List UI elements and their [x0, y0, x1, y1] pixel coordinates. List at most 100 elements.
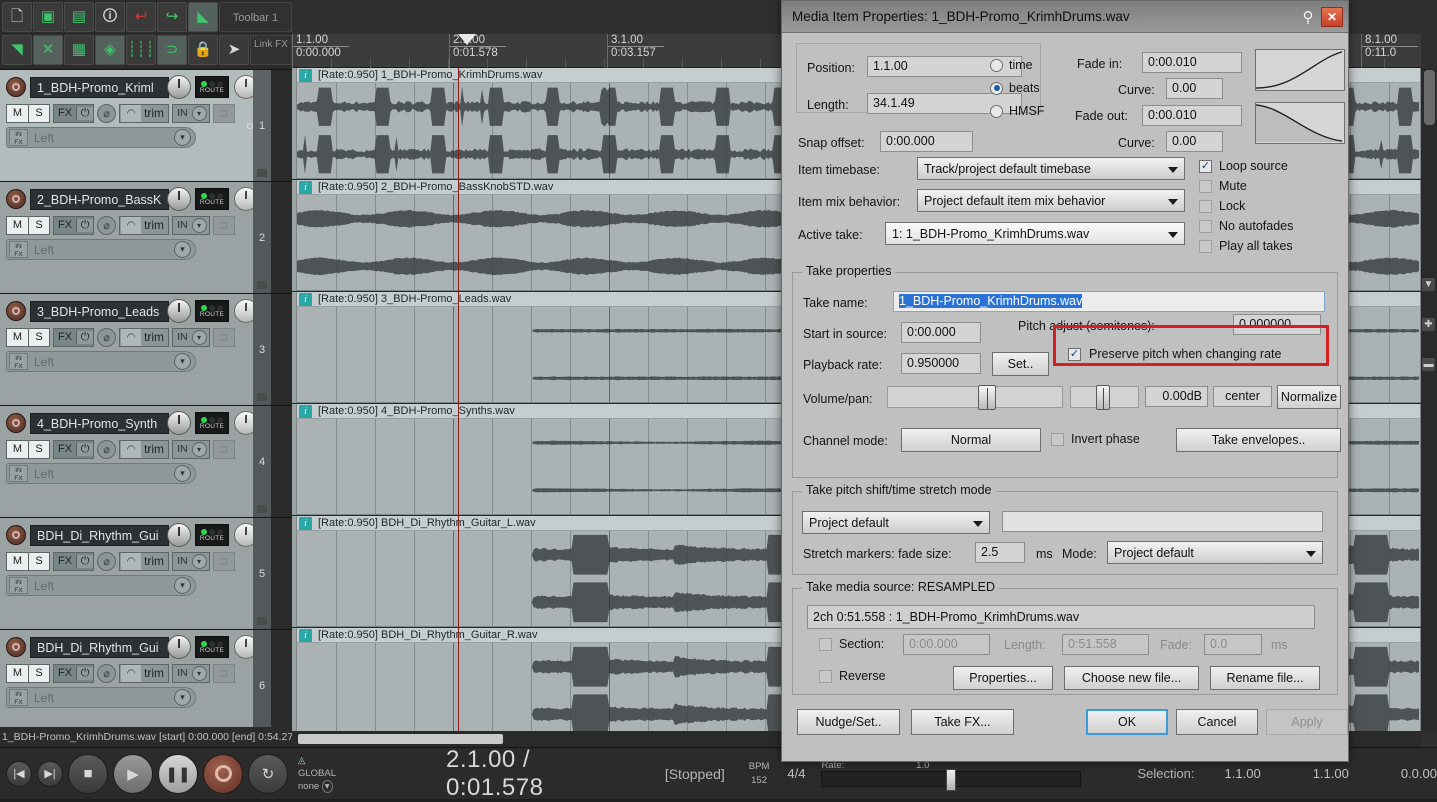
- loop-source-check[interactable]: ✓ Loop source: [1199, 159, 1288, 173]
- zoom-out-vertical-icon[interactable]: ▬: [1422, 358, 1435, 371]
- play-all-takes-checkbox[interactable]: [1199, 239, 1212, 253]
- preserve-pitch-check[interactable]: ✓ Preserve pitch when changing rate: [1068, 347, 1281, 361]
- mute-checkbox[interactable]: [1199, 179, 1212, 193]
- vertical-scrollbar[interactable]: ▼ ✚ ▬: [1421, 68, 1437, 731]
- close-icon[interactable]: ✕: [1321, 6, 1343, 27]
- track-name-field[interactable]: BDH_Di_Rhythm_Gui: [30, 524, 169, 546]
- mode-select[interactable]: Project default: [1107, 541, 1323, 564]
- input-channel-row[interactable]: IN FX Left ▾: [6, 239, 196, 260]
- grouping-icon[interactable]: ▦: [64, 34, 94, 65]
- loop-icon[interactable]: ⊃: [157, 34, 187, 65]
- in-fx-icon[interactable]: IN FX: [9, 353, 28, 370]
- cancel-button[interactable]: Cancel: [1176, 709, 1258, 735]
- fx-button[interactable]: FX ⏻: [53, 327, 95, 347]
- volume-knob[interactable]: [167, 299, 191, 323]
- reverse-checkbox[interactable]: [819, 669, 832, 683]
- take-envelopes-button[interactable]: Take envelopes..: [1176, 428, 1341, 452]
- track-fold-icon[interactable]: [257, 393, 267, 401]
- record-arm-icon[interactable]: [6, 525, 26, 545]
- volume-knob[interactable]: [167, 187, 191, 211]
- playback-rate-field[interactable]: 0.950000: [901, 353, 981, 374]
- input-button[interactable]: IN ▾: [172, 551, 210, 571]
- section-length-field[interactable]: 0:51.558: [1062, 634, 1149, 655]
- chevron-down-icon[interactable]: ▾: [191, 665, 207, 681]
- transport-position[interactable]: 2.1.00 / 0:01.578: [446, 746, 587, 802]
- bpm-value[interactable]: 152: [749, 774, 770, 788]
- track-fold-icon[interactable]: [257, 505, 267, 513]
- zoom-in-vertical-icon[interactable]: ✚: [1422, 318, 1435, 331]
- undo-icon[interactable]: ↩: [126, 1, 156, 32]
- pin-icon[interactable]: ⚲: [1295, 8, 1321, 26]
- vertical-scroll-thumb[interactable]: [1424, 70, 1435, 125]
- track-panel-2[interactable]: 2_BDH-Promo_BassK ROUTE M S FX ⏻ ⌀ ◠ tri…: [0, 182, 292, 294]
- track-panel-3[interactable]: 3_BDH-Promo_Leads ROUTE M S FX ⏻ ⌀ ◠ tri…: [0, 294, 292, 406]
- mute-button[interactable]: M: [6, 215, 28, 235]
- fx-button[interactable]: FX ⏻: [53, 103, 95, 123]
- ok-button[interactable]: OK: [1086, 709, 1168, 735]
- phase-invert-icon[interactable]: ⌀: [97, 439, 117, 459]
- item-timebase-select[interactable]: Track/project default timebase: [917, 157, 1185, 180]
- phase-invert-icon[interactable]: ⌀: [97, 663, 117, 683]
- play-button[interactable]: ▶: [113, 753, 153, 794]
- metronome-icon[interactable]: ◣: [188, 1, 218, 32]
- selection-start[interactable]: 1.1.00: [1225, 766, 1261, 781]
- global-loop-section[interactable]: ◬ GLOBAL none ▾: [298, 754, 336, 793]
- time-signature[interactable]: 4/4: [787, 766, 805, 781]
- radio-time-dot[interactable]: [990, 58, 1003, 72]
- import-media-icon[interactable]: ◥: [2, 34, 32, 65]
- rate-slider-thumb[interactable]: [946, 769, 957, 791]
- record-arm-icon[interactable]: [6, 301, 26, 321]
- lock-check[interactable]: Lock: [1199, 199, 1245, 213]
- chevron-down-icon[interactable]: ▾: [174, 129, 191, 146]
- track-name-field[interactable]: 1_BDH-Promo_Kriml: [30, 76, 169, 98]
- input-channel-row[interactable]: IN FX Left ▾: [6, 463, 196, 484]
- project-settings-icon[interactable]: 🛈: [95, 1, 125, 32]
- item-mix-select[interactable]: Project default item mix behavior: [917, 189, 1185, 212]
- crossfade-icon[interactable]: ✕: [33, 34, 63, 65]
- volume-slider[interactable]: [887, 385, 1063, 410]
- mouse-cursor-icon[interactable]: ➤: [219, 34, 249, 65]
- no-autofades-check[interactable]: No autofades: [1199, 219, 1293, 233]
- solo-button[interactable]: S: [28, 439, 50, 459]
- grid-icon[interactable]: ┊┊┊: [126, 34, 156, 65]
- monitor-button[interactable]: ⊐: [212, 103, 235, 123]
- stretch-mode-select[interactable]: Project default: [802, 511, 990, 534]
- monitor-button[interactable]: ⊐: [212, 551, 235, 571]
- route-button[interactable]: ROUTE: [195, 76, 229, 98]
- record-arm-icon[interactable]: [6, 189, 26, 209]
- set-button[interactable]: Set..: [992, 352, 1049, 376]
- chevron-down-icon[interactable]: ▾: [174, 577, 191, 594]
- fx-button[interactable]: FX ⏻: [53, 215, 95, 235]
- volume-value-field[interactable]: 0.00dB: [1145, 386, 1208, 407]
- track-panel-6[interactable]: BDH_Di_Rhythm_Gui ROUTE M S FX ⏻ ⌀ ◠ tri…: [0, 630, 292, 742]
- record-arm-icon[interactable]: [6, 637, 26, 657]
- selection-end[interactable]: 1.1.00: [1313, 766, 1349, 781]
- info-icon[interactable]: i: [299, 68, 312, 82]
- record-arm-icon[interactable]: [6, 413, 26, 433]
- chevron-down-icon[interactable]: ▾: [191, 329, 207, 345]
- horizontal-scroll-thumb[interactable]: [298, 734, 503, 744]
- loop-source-checkbox[interactable]: ✓: [1199, 159, 1212, 173]
- volume-knob[interactable]: [167, 635, 191, 659]
- track-fold-icon[interactable]: [257, 169, 267, 177]
- envelope-button[interactable]: ◠ trim: [119, 215, 170, 235]
- link-fx-label[interactable]: Link FX: [250, 34, 292, 65]
- phase-invert-icon[interactable]: ⌀: [97, 215, 117, 235]
- section-start-field[interactable]: 0:00.000: [903, 634, 990, 655]
- record-button[interactable]: [203, 753, 243, 794]
- invert-phase-checkbox[interactable]: [1051, 432, 1064, 446]
- chevron-down-icon[interactable]: ▾: [191, 553, 207, 569]
- nudge-set-button[interactable]: Nudge/Set..: [797, 709, 900, 735]
- solo-button[interactable]: S: [28, 327, 50, 347]
- in-fx-icon[interactable]: IN FX: [9, 577, 28, 594]
- repeat-button[interactable]: ↻: [248, 753, 288, 794]
- monitor-button[interactable]: ⊐: [212, 663, 235, 683]
- volume-knob[interactable]: [167, 75, 191, 99]
- monitor-button[interactable]: ⊐: [212, 215, 235, 235]
- fx-button[interactable]: FX ⏻: [53, 551, 95, 571]
- monitor-button[interactable]: ⊐: [212, 439, 235, 459]
- input-button[interactable]: IN ▾: [172, 327, 210, 347]
- track-fold-icon[interactable]: [257, 281, 267, 289]
- input-button[interactable]: IN ▾: [172, 663, 210, 683]
- envelope-button[interactable]: ◠ trim: [119, 663, 170, 683]
